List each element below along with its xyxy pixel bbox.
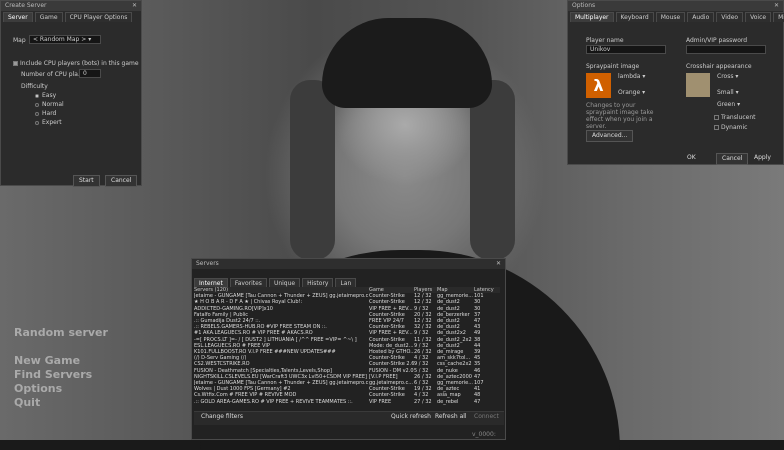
- spray-color-select[interactable]: Orange ▾: [615, 89, 667, 98]
- options-window: Options ✕ Multiplayer Keyboard Mouse Audi…: [567, 0, 784, 165]
- connect-button[interactable]: Connect: [469, 412, 504, 422]
- map-label: Map: [13, 37, 26, 44]
- menu-spacer: [14, 340, 108, 354]
- translucent-label: Translucent: [721, 114, 756, 121]
- tab-game[interactable]: Game: [34, 12, 63, 22]
- main-menu: Random server New Game Find Servers Opti…: [14, 326, 108, 410]
- radio-icon: [35, 94, 39, 98]
- lambda-spray-icon: λ: [586, 73, 611, 98]
- player-name-label: Player name: [586, 37, 624, 44]
- difficulty-label-normal: Normal: [42, 101, 64, 108]
- num-cpu-input[interactable]: 0: [79, 69, 101, 78]
- server-game: VIP FREE: [369, 398, 392, 405]
- map-value: < Random Map >: [33, 36, 87, 43]
- crosshair-size-value: Small: [717, 89, 734, 96]
- cancel-button[interactable]: Cancel: [105, 175, 138, 187]
- server-latency: 47: [474, 398, 481, 405]
- create-server-tabs: Server Game CPU Player Options: [1, 11, 141, 22]
- crosshair-type-select[interactable]: Cross ▾: [714, 73, 764, 82]
- tab-voice[interactable]: Voice: [745, 12, 772, 22]
- checkbox-icon: [714, 125, 719, 130]
- dynamic-checkbox[interactable]: Dynamic: [714, 124, 747, 131]
- create-server-window: Create Server ✕ Server Game CPU Player Op…: [0, 0, 142, 187]
- window-title: Create Server: [5, 2, 47, 9]
- status-text: v_0000:: [472, 431, 496, 438]
- spray-note: Changes to your spraypaint image take ef…: [586, 102, 654, 130]
- map-select[interactable]: < Random Map > ▾: [29, 35, 101, 44]
- tab-cpu-options[interactable]: CPU Player Options: [64, 12, 133, 22]
- crosshair-type-value: Cross: [717, 73, 734, 80]
- close-icon[interactable]: ✕: [774, 1, 779, 11]
- server-list: Servers (120) Game Players Map Latency J…: [194, 287, 500, 405]
- num-cpu-label: Number of CPU pla...: [21, 71, 84, 78]
- translucent-checkbox[interactable]: Translucent: [714, 114, 755, 121]
- create-server-titlebar[interactable]: Create Server ✕: [1, 1, 141, 11]
- spray-label: Spraypaint image: [586, 63, 640, 70]
- radio-icon: [35, 112, 39, 116]
- apply-button[interactable]: Apply: [749, 153, 776, 163]
- menu-item-new-game[interactable]: New Game: [14, 354, 108, 368]
- admin-password-input[interactable]: [686, 45, 766, 54]
- hair-left: [290, 80, 335, 260]
- change-filters-button[interactable]: Change filters: [196, 412, 248, 422]
- menu-item-random-server[interactable]: Random server: [14, 326, 108, 340]
- cancel-button[interactable]: Cancel: [716, 153, 749, 165]
- crosshair-preview-icon: [686, 73, 710, 97]
- options-titlebar[interactable]: Options ✕: [568, 1, 783, 11]
- admin-password-label: Admin/VIP password: [686, 37, 748, 44]
- difficulty-normal[interactable]: Normal: [35, 101, 64, 108]
- servers-titlebar[interactable]: Servers ✕: [192, 259, 505, 269]
- player-name-input[interactable]: Unikov: [586, 45, 666, 54]
- difficulty-label-hard: Hard: [42, 110, 57, 117]
- close-icon[interactable]: ✕: [132, 1, 137, 11]
- include-cpu-checkbox[interactable]: Include CPU players (bots) in this game: [13, 60, 139, 67]
- options-tabs: Multiplayer Keyboard Mouse Audio Video V…: [568, 11, 784, 22]
- tab-multiplayer[interactable]: Multiplayer: [570, 12, 614, 22]
- menu-item-find-servers[interactable]: Find Servers: [14, 368, 108, 382]
- tab-mouse[interactable]: Mouse: [655, 12, 686, 22]
- refresh-all-button[interactable]: Refresh all: [430, 412, 472, 422]
- include-cpu-label: Include CPU players (bots) in this game: [20, 60, 139, 67]
- quick-refresh-button[interactable]: Quick refresh: [386, 412, 436, 422]
- checkbox-icon: [13, 61, 18, 66]
- tab-audio[interactable]: Audio: [687, 12, 715, 22]
- dynamic-label: Dynamic: [721, 124, 748, 131]
- tab-misc[interactable]: Misc: [773, 12, 784, 22]
- beanie-shape: [322, 18, 492, 108]
- window-title: Servers: [196, 260, 219, 267]
- server-players: 27 / 32: [414, 398, 432, 405]
- crosshair-color-value: Green: [717, 101, 736, 108]
- hair-right: [470, 80, 515, 260]
- difficulty-label: Difficulty: [21, 83, 48, 90]
- start-button[interactable]: Start: [73, 175, 100, 187]
- spray-select[interactable]: lambda ▾: [615, 73, 667, 82]
- difficulty-label-easy: Easy: [42, 92, 57, 99]
- difficulty-expert[interactable]: Expert: [35, 119, 62, 126]
- radio-icon: [35, 103, 39, 107]
- window-title: Options: [572, 2, 596, 9]
- tab-server[interactable]: Server: [3, 12, 33, 22]
- difficulty-hard[interactable]: Hard: [35, 110, 56, 117]
- spray-value: lambda: [618, 73, 641, 80]
- menu-item-options[interactable]: Options: [14, 382, 108, 396]
- crosshair-size-select[interactable]: Small ▾: [714, 89, 764, 98]
- difficulty-label-expert: Expert: [42, 119, 62, 126]
- ok-button[interactable]: OK: [682, 153, 701, 163]
- crosshair-label: Crosshair appearance: [686, 63, 752, 70]
- tab-keyboard[interactable]: Keyboard: [615, 12, 654, 22]
- radio-icon: [35, 121, 39, 125]
- server-name: .:: GOLD AREA-GAMES.RO # VIP FREE + REVI…: [194, 398, 353, 405]
- difficulty-easy[interactable]: Easy: [35, 92, 56, 99]
- checkbox-icon: [714, 115, 719, 120]
- servers-window: Servers ✕ Internet Favorites Unique Histo…: [191, 258, 506, 440]
- advanced-button[interactable]: Advanced...: [586, 130, 634, 142]
- spray-color-value: Orange: [618, 89, 641, 96]
- table-row[interactable]: .:: GOLD AREA-GAMES.RO # VIP FREE + REVI…: [194, 399, 500, 405]
- tab-video[interactable]: Video: [716, 12, 744, 22]
- crosshair-color-select[interactable]: Green ▾: [714, 101, 764, 110]
- menu-item-quit[interactable]: Quit: [14, 396, 108, 410]
- close-icon[interactable]: ✕: [496, 259, 501, 269]
- server-map: de_rebel: [437, 398, 459, 405]
- server-rows: Jetaime - GUNGAME [Tau Cannon + Thunder …: [194, 293, 500, 405]
